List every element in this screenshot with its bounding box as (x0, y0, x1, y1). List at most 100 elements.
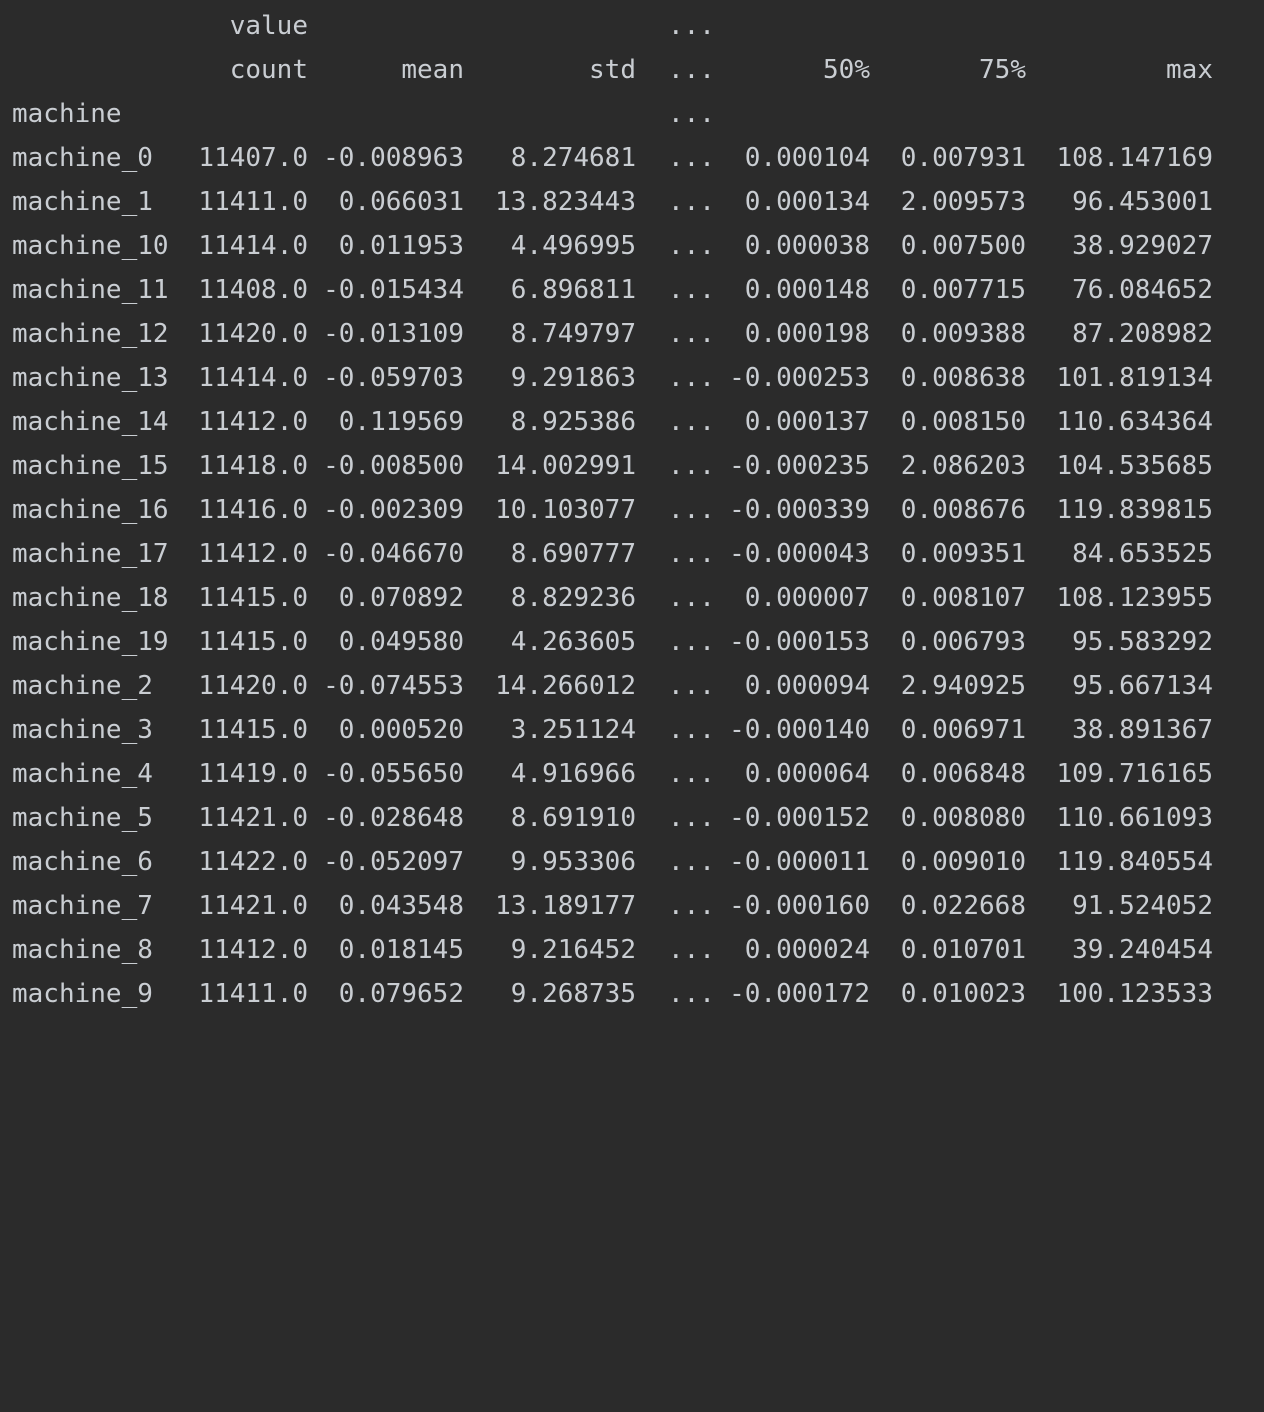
cell-ellipsis: ... (668, 803, 715, 833)
cell-count: 11420.0 (198, 319, 308, 349)
cell-50pct: -0.000153 (729, 627, 870, 657)
table-row: machine_17 11412.0 -0.046670 8.690777 ..… (0, 532, 1264, 576)
cell-count: 11421.0 (198, 891, 308, 921)
cell-50pct: -0.000011 (729, 847, 870, 877)
cell-50pct: -0.000160 (729, 891, 870, 921)
cell-75pct: 2.940925 (900, 671, 1026, 701)
cell-count: 11411.0 (198, 187, 308, 217)
cell-count: 11415.0 (198, 627, 308, 657)
cell-75pct: 0.010023 (900, 979, 1026, 1009)
cell-ellipsis: ... (668, 231, 715, 261)
cell-max: 95.667134 (1072, 671, 1213, 701)
header-value-label: value (229, 11, 308, 41)
header-std: std (589, 55, 636, 85)
cell-count: 11414.0 (198, 231, 308, 261)
row-index: machine_8 (12, 935, 153, 965)
cell-75pct: 0.008638 (900, 363, 1026, 393)
cell-mean: -0.046670 (323, 539, 464, 569)
table-row: machine_10 11414.0 0.011953 4.496995 ...… (0, 224, 1264, 268)
table-row: machine_18 11415.0 0.070892 8.829236 ...… (0, 576, 1264, 620)
cell-max: 110.661093 (1056, 803, 1213, 833)
cell-ellipsis: ... (668, 847, 715, 877)
cell-ellipsis: ... (668, 979, 715, 1009)
cell-count: 11422.0 (198, 847, 308, 877)
row-index: machine_17 (12, 539, 169, 569)
cell-ellipsis: ... (668, 187, 715, 217)
table-row: machine_14 11412.0 0.119569 8.925386 ...… (0, 400, 1264, 444)
table-row: machine_19 11415.0 0.049580 4.263605 ...… (0, 620, 1264, 664)
cell-75pct: 0.006848 (900, 759, 1026, 789)
table-row: machine_16 11416.0 -0.002309 10.103077 .… (0, 488, 1264, 532)
cell-max: 108.147169 (1056, 143, 1213, 173)
row-index: machine_1 (12, 187, 153, 217)
cell-50pct: -0.000152 (729, 803, 870, 833)
cell-mean: 0.043548 (338, 891, 464, 921)
cell-mean: 0.011953 (338, 231, 464, 261)
cell-std: 9.953306 (510, 847, 636, 877)
cell-max: 119.840554 (1056, 847, 1213, 877)
cell-50pct: -0.000235 (729, 451, 870, 481)
cell-std: 8.829236 (510, 583, 636, 613)
cell-std: 8.925386 (510, 407, 636, 437)
cell-std: 8.749797 (510, 319, 636, 349)
cell-count: 11408.0 (198, 275, 308, 305)
cell-mean: 0.000520 (338, 715, 464, 745)
cell-ellipsis: ... (668, 407, 715, 437)
row-index: machine_6 (12, 847, 153, 877)
cell-ellipsis: ... (668, 363, 715, 393)
cell-mean: 0.070892 (338, 583, 464, 613)
table-row: machine_7 11421.0 0.043548 13.189177 ...… (0, 884, 1264, 928)
cell-std: 14.002991 (495, 451, 636, 481)
cell-std: 6.896811 (510, 275, 636, 305)
cell-ellipsis: ... (668, 759, 715, 789)
cell-max: 96.453001 (1072, 187, 1213, 217)
cell-mean: 0.049580 (338, 627, 464, 657)
cell-max: 101.819134 (1056, 363, 1213, 393)
cell-max: 108.123955 (1056, 583, 1213, 613)
cell-mean: -0.059703 (323, 363, 464, 393)
cell-mean: -0.028648 (323, 803, 464, 833)
cell-mean: 0.079652 (338, 979, 464, 1009)
header-50pct: 50% (823, 55, 870, 85)
table-row: machine_12 11420.0 -0.013109 8.749797 ..… (0, 312, 1264, 356)
cell-75pct: 0.007500 (900, 231, 1026, 261)
cell-75pct: 0.007715 (900, 275, 1026, 305)
cell-count: 11420.0 (198, 671, 308, 701)
cell-50pct: -0.000253 (729, 363, 870, 393)
cell-50pct: 0.000104 (744, 143, 870, 173)
header-count: count (229, 55, 308, 85)
cell-ellipsis: ... (668, 935, 715, 965)
table-row: machine_5 11421.0 -0.028648 8.691910 ...… (0, 796, 1264, 840)
row-index: machine_15 (12, 451, 169, 481)
cell-count: 11412.0 (198, 935, 308, 965)
cell-ellipsis: ... (668, 143, 715, 173)
cell-std: 8.274681 (510, 143, 636, 173)
cell-max: 109.716165 (1056, 759, 1213, 789)
index-name-row: machine ... (0, 92, 1264, 136)
cell-mean: -0.052097 (323, 847, 464, 877)
cell-mean: -0.074553 (323, 671, 464, 701)
cell-ellipsis: ... (668, 495, 715, 525)
cell-ellipsis: ... (668, 275, 715, 305)
cell-count: 11418.0 (198, 451, 308, 481)
cell-50pct: 0.000064 (744, 759, 870, 789)
cell-max: 110.634364 (1056, 407, 1213, 437)
row-index: machine_14 (12, 407, 169, 437)
cell-count: 11419.0 (198, 759, 308, 789)
cell-50pct: 0.000148 (744, 275, 870, 305)
cell-50pct: 0.000038 (744, 231, 870, 261)
cell-max: 84.653525 (1072, 539, 1213, 569)
cell-std: 8.691910 (510, 803, 636, 833)
cell-mean: -0.008500 (323, 451, 464, 481)
cell-ellipsis: ... (668, 627, 715, 657)
header-row-level0: value ... (0, 4, 1264, 48)
row-index: machine_11 (12, 275, 169, 305)
cell-std: 4.496995 (510, 231, 636, 261)
cell-count: 11411.0 (198, 979, 308, 1009)
cell-std: 13.189177 (495, 891, 636, 921)
cell-50pct: 0.000134 (744, 187, 870, 217)
cell-75pct: 2.086203 (900, 451, 1026, 481)
cell-mean: -0.008963 (323, 143, 464, 173)
cell-mean: -0.002309 (323, 495, 464, 525)
console-output: value ... count mean std ... 50% 75% max… (0, 4, 1264, 1016)
